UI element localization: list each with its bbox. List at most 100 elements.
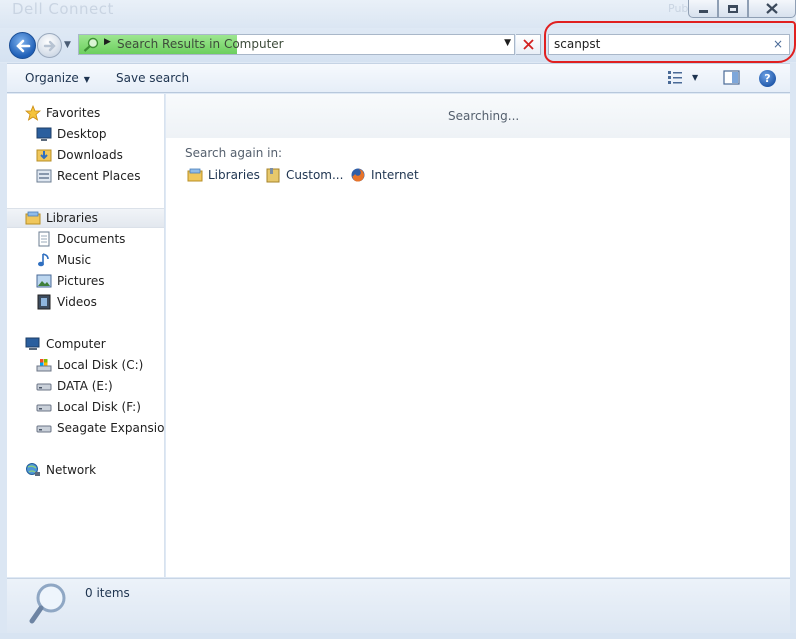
back-button[interactable]	[9, 32, 36, 59]
nav-item-label: Seagate Expansion D	[57, 421, 165, 435]
navigation-pane: Favorites Desktop Downloads Recent Place…	[7, 94, 165, 577]
search-again-libraries-label: Libraries	[208, 168, 260, 182]
nav-item-label: Downloads	[57, 148, 123, 162]
drive-icon	[36, 420, 52, 436]
desktop-icon	[36, 126, 52, 142]
address-row: ▼ ▶ Search Results in Computer ▼ scanpst…	[0, 28, 796, 62]
drive-icon	[36, 399, 52, 415]
window-title: Dell Connect	[12, 0, 114, 18]
nav-item-label: Recent Places	[57, 169, 141, 183]
nav-item-label: Pictures	[57, 274, 105, 288]
window-left-border	[0, 63, 7, 633]
search-again-internet[interactable]: Internet	[350, 167, 419, 183]
nav-libraries-label: Libraries	[46, 211, 98, 225]
nav-item-videos[interactable]: Videos	[36, 292, 97, 312]
nav-item-pictures[interactable]: Pictures	[36, 271, 105, 291]
forward-arrow-icon	[43, 40, 56, 51]
nav-item-recent-places[interactable]: Recent Places	[36, 166, 140, 186]
videos-icon	[36, 294, 52, 310]
details-pane: 0 items	[7, 578, 790, 633]
nav-favorites[interactable]: Favorites	[24, 103, 101, 123]
search-status-text: Searching...	[448, 109, 520, 123]
preview-pane-icon	[723, 70, 740, 85]
system-drive-icon	[36, 357, 52, 373]
nav-item-label: Music	[57, 253, 92, 267]
view-list-icon	[668, 71, 682, 84]
nav-computer-label: Computer	[46, 337, 106, 351]
search-input-value: scanpst	[554, 37, 601, 51]
stop-icon	[522, 39, 534, 50]
recent-places-icon	[36, 168, 52, 184]
address-dropdown-icon[interactable]: ▼	[504, 38, 511, 48]
pictures-icon	[36, 273, 52, 289]
close-icon	[766, 3, 778, 14]
help-button[interactable]: ?	[759, 70, 776, 87]
nav-libraries[interactable]: Libraries	[7, 208, 164, 228]
change-view-button[interactable]: ▼	[667, 70, 698, 84]
restore-icon	[728, 4, 738, 13]
stop-search-button[interactable]	[516, 34, 541, 55]
window-controls	[688, 0, 796, 18]
search-again-internet-label: Internet	[371, 168, 419, 182]
restore-button[interactable]	[718, 0, 748, 18]
search-again-custom-label: Custom...	[286, 168, 344, 182]
search-again-label: Search again in:	[185, 146, 283, 160]
forward-button[interactable]	[37, 33, 62, 58]
computer-icon	[25, 336, 41, 352]
minimize-button[interactable]	[688, 0, 718, 18]
nav-item-seagate[interactable]: Seagate Expansion D	[36, 418, 165, 438]
nav-item-local-disk-c[interactable]: Local Disk (C:)	[36, 355, 143, 375]
nav-item-label: Videos	[57, 295, 97, 309]
nav-computer[interactable]: Computer	[25, 334, 106, 354]
nav-item-local-disk-f[interactable]: Local Disk (F:)	[36, 397, 141, 417]
search-again-libraries[interactable]: Libraries	[187, 167, 260, 183]
search-status-band: Searching...	[166, 94, 790, 138]
search-results-icon	[83, 37, 99, 52]
search-again-custom[interactable]: Custom...	[265, 167, 343, 183]
nav-favorites-label: Favorites	[46, 106, 101, 120]
clear-search-icon[interactable]: ×	[773, 37, 783, 51]
firefox-icon	[350, 167, 366, 183]
save-search-button[interactable]: Save search	[116, 71, 189, 85]
close-button[interactable]	[748, 0, 796, 18]
star-icon	[24, 104, 42, 121]
magnifier-icon	[29, 583, 66, 624]
organize-button[interactable]: Organize ▼	[25, 71, 90, 85]
window-right-border	[790, 63, 796, 633]
window-bottom-border	[0, 633, 796, 639]
organize-label: Organize	[25, 71, 79, 85]
nav-item-label: Local Disk (F:)	[57, 400, 141, 414]
nav-network[interactable]: Network	[25, 460, 96, 480]
nav-item-downloads[interactable]: Downloads	[36, 145, 123, 165]
downloads-folder-icon	[36, 147, 52, 163]
minimize-icon	[698, 10, 708, 13]
preview-pane-button[interactable]	[723, 70, 740, 88]
nav-item-label: Documents	[57, 232, 126, 246]
view-options-chevron-icon[interactable]: ▼	[692, 73, 698, 82]
recent-pages-dropdown[interactable]: ▼	[64, 40, 71, 50]
nav-item-data-e[interactable]: DATA (E:)	[36, 376, 113, 396]
nav-item-desktop[interactable]: Desktop	[36, 124, 107, 144]
nav-item-label: DATA (E:)	[57, 379, 113, 393]
libraries-icon	[25, 210, 41, 226]
breadcrumb[interactable]: Search Results in Computer	[117, 37, 284, 51]
drive-icon	[36, 378, 52, 394]
custom-folder-icon	[265, 167, 281, 183]
nav-item-label: Desktop	[57, 127, 107, 141]
documents-icon	[36, 231, 52, 247]
network-icon	[25, 462, 41, 478]
command-bar: Organize ▼ Save search ▼ ?	[7, 63, 790, 93]
music-icon	[36, 252, 52, 268]
nav-network-label: Network	[46, 463, 97, 477]
nav-item-label: Local Disk (C:)	[57, 358, 144, 372]
results-pane: Searching... Search again in: Libraries …	[166, 94, 790, 577]
chevron-down-icon: ▼	[83, 75, 90, 84]
breadcrumb-arrow-icon[interactable]: ▶	[104, 37, 111, 47]
nav-item-documents[interactable]: Documents	[36, 229, 125, 249]
search-input[interactable]: scanpst ×	[548, 34, 790, 55]
libraries-icon	[187, 167, 203, 183]
item-count: 0 items	[85, 586, 130, 600]
nav-item-music[interactable]: Music	[36, 250, 91, 270]
back-arrow-icon	[15, 39, 30, 52]
address-bar[interactable]: ▶ Search Results in Computer ▼	[78, 34, 515, 55]
